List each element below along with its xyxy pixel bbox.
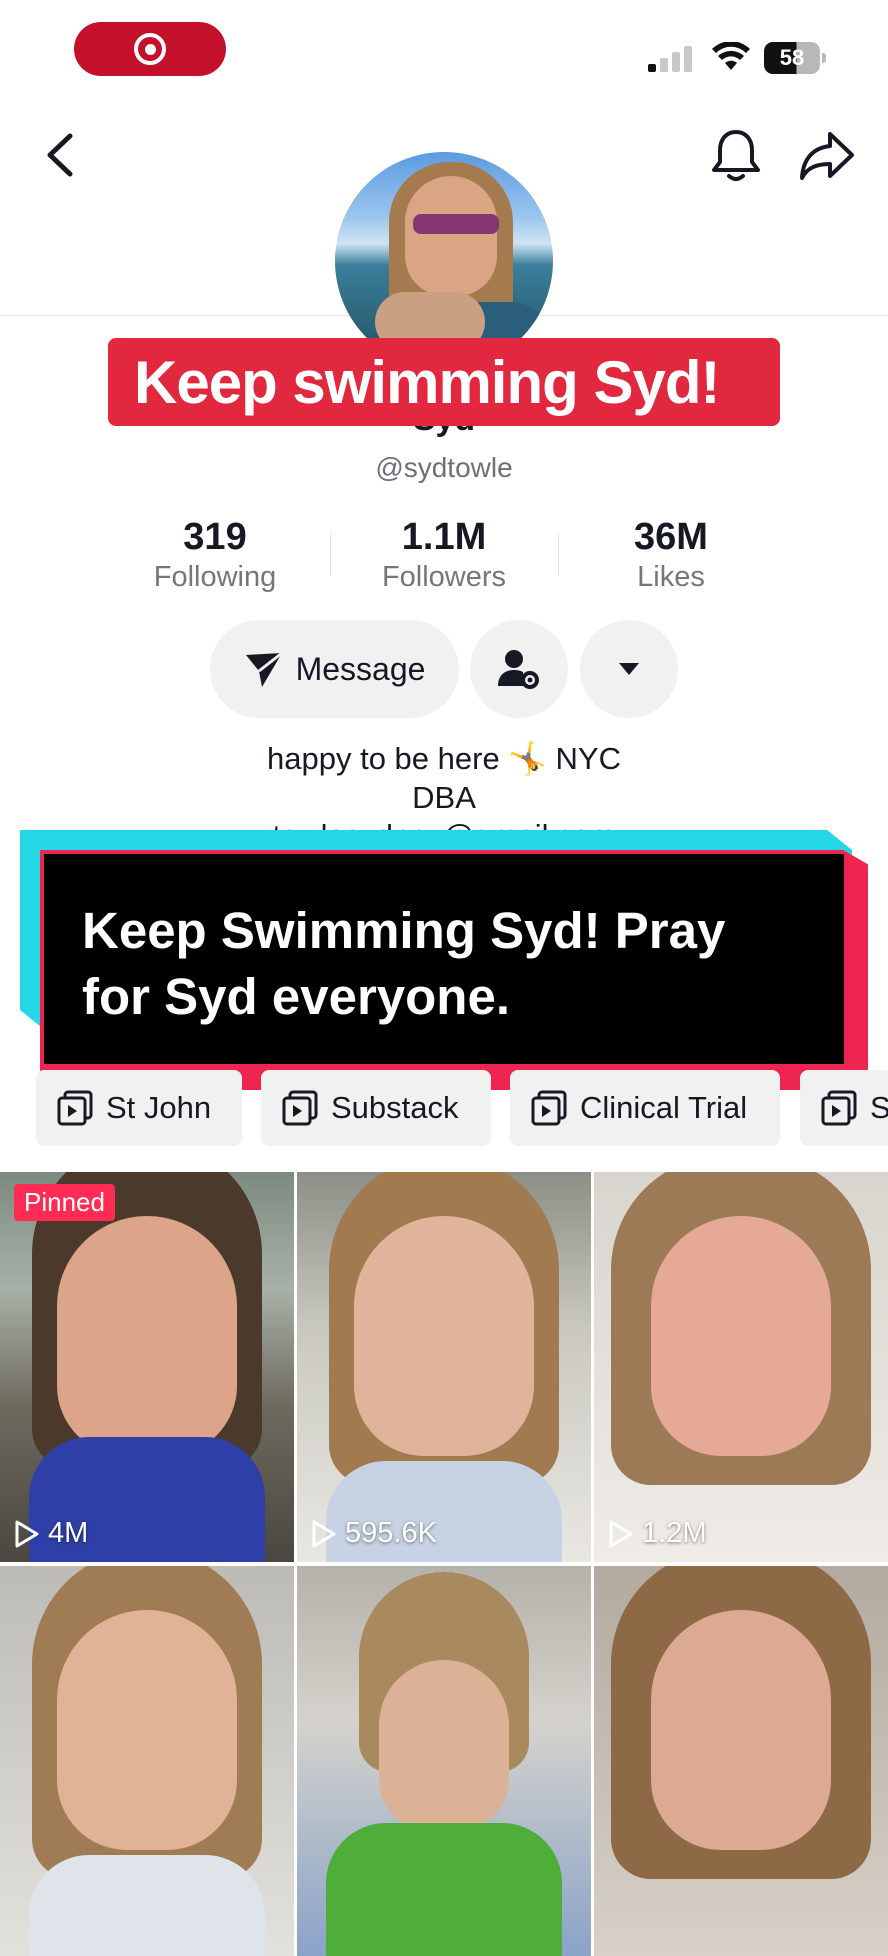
battery-icon: 58 <box>764 42 826 74</box>
send-icon <box>245 651 283 687</box>
playlist-label: S <box>870 1090 888 1125</box>
video-tile[interactable]: 1.2M <box>594 1172 888 1562</box>
view-count: 1.2M <box>608 1517 706 1550</box>
stat-likes[interactable]: 36M Likes <box>556 516 786 594</box>
playlist-chip[interactable]: St John <box>36 1070 242 1146</box>
record-icon <box>134 33 166 65</box>
view-count-value: 1.2M <box>642 1517 707 1549</box>
caption-line: Keep Swimming Syd! Pray <box>82 902 726 959</box>
stat-following[interactable]: 319 Following <box>100 516 330 594</box>
view-count: 4M <box>14 1517 88 1550</box>
video-tile[interactable] <box>297 1566 591 1956</box>
stat-label: Likes <box>637 561 705 593</box>
video-tile[interactable]: 595.6K <box>297 1172 591 1562</box>
share-icon[interactable] <box>798 128 856 182</box>
stat-label: Followers <box>381 561 507 593</box>
playlist-icon <box>531 1090 567 1126</box>
stat-value: 36M <box>634 516 708 558</box>
playlist-row: St John Substack Clinical Trial S <box>0 1070 888 1150</box>
stat-label: Following <box>153 561 277 593</box>
playlist-chip[interactable]: Substack <box>261 1070 491 1146</box>
user-gear-icon <box>498 650 539 689</box>
follow-options-button[interactable] <box>470 620 568 718</box>
view-count: 595.6K <box>311 1517 437 1550</box>
chevron-down-icon <box>619 663 639 675</box>
playlist-icon <box>57 1090 93 1126</box>
view-count-value: 4M <box>48 1517 89 1549</box>
play-icon <box>312 1520 336 1547</box>
playlist-label: St John <box>106 1090 212 1125</box>
wifi-icon <box>712 42 750 70</box>
stat-value: 1.1M <box>401 516 487 558</box>
caption-line: for Syd everyone. <box>82 968 510 1025</box>
video-grid: Pinned 4M 595.6K 1.2M <box>0 1172 888 1956</box>
play-icon <box>15 1520 39 1547</box>
overlay-banner: Keep swimming Syd! <box>108 338 780 426</box>
playlist-label: Clinical Trial <box>580 1090 748 1125</box>
video-tile[interactable] <box>594 1566 888 1956</box>
playlist-icon <box>821 1090 857 1126</box>
back-icon[interactable] <box>42 130 78 180</box>
message-button[interactable]: Message <box>210 620 459 718</box>
playlist-label: Substack <box>331 1090 459 1125</box>
pinned-badge: Pinned <box>14 1184 115 1221</box>
video-tile[interactable]: Pinned 4M <box>0 1172 294 1562</box>
view-count-value: 595.6K <box>345 1517 437 1549</box>
bio-line: DBA <box>412 780 476 815</box>
profile-username: @sydtowle <box>375 452 513 483</box>
more-dropdown-button[interactable] <box>580 620 678 718</box>
stat-value: 319 <box>183 516 247 558</box>
battery-level: 58 <box>764 42 820 74</box>
screen-recording-indicator[interactable] <box>74 22 226 76</box>
stat-followers[interactable]: 1.1M Followers <box>329 516 559 594</box>
playlist-chip[interactable]: S <box>800 1070 888 1146</box>
bell-icon[interactable] <box>710 126 762 184</box>
playlist-icon <box>282 1090 318 1126</box>
bio-line: happy to be here 🤸 NYC <box>267 741 621 776</box>
play-icon <box>609 1520 633 1547</box>
caption-overlay: Keep Swimming Syd! Pray for Syd everyone… <box>44 854 844 1064</box>
video-tile[interactable] <box>0 1566 294 1956</box>
message-button-label: Message <box>295 650 426 687</box>
signal-icon <box>648 44 694 72</box>
playlist-chip[interactable]: Clinical Trial <box>510 1070 780 1146</box>
